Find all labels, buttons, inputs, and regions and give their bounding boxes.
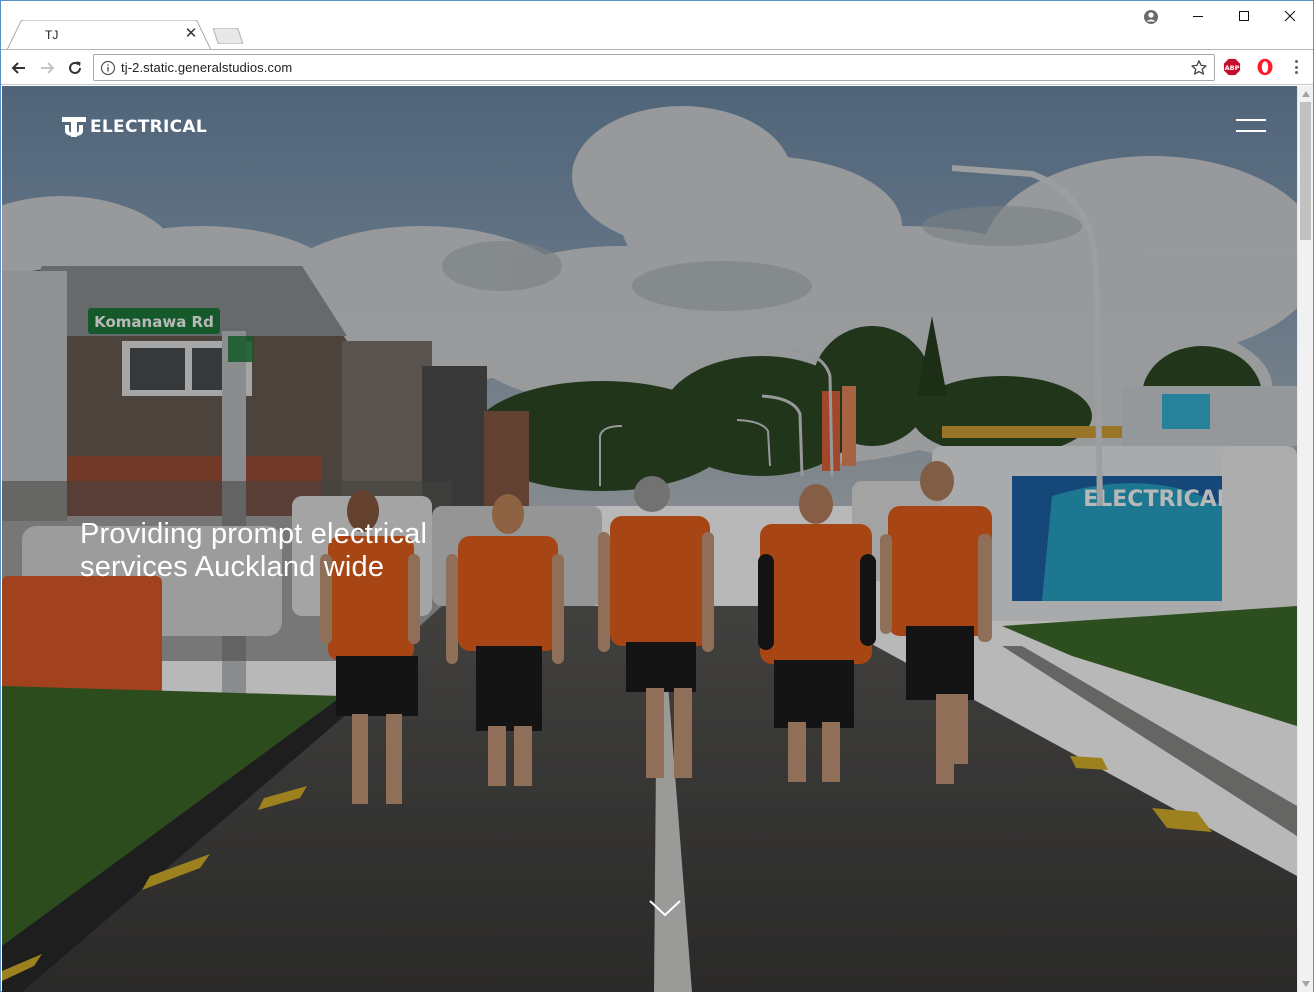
scroll-down-button[interactable]: [1298, 976, 1314, 992]
arrow-right-icon: [41, 62, 55, 74]
minimize-icon: [1193, 16, 1203, 17]
tab-close-icon[interactable]: ✕: [183, 26, 199, 42]
close-window-button[interactable]: [1267, 1, 1313, 31]
adblock-plus-icon[interactable]: ABP: [1223, 58, 1241, 76]
browser-menu-button[interactable]: [1287, 58, 1305, 76]
close-icon: [1284, 10, 1296, 22]
opera-icon[interactable]: [1256, 58, 1274, 76]
site-logo[interactable]: ELECTRICAL: [62, 116, 207, 138]
arrow-left-icon: [11, 62, 25, 74]
info-icon[interactable]: [100, 60, 116, 76]
logo-text: ELECTRICAL: [90, 117, 208, 137]
hero-section: Komanawa Rd ELECTRICAL ELECTRICAL Provid…: [2, 86, 1297, 992]
back-button[interactable]: [8, 57, 30, 79]
maximize-button[interactable]: [1221, 1, 1267, 31]
chevron-down-icon[interactable]: [648, 898, 682, 918]
title-bar: TJ ✕: [1, 1, 1313, 50]
reload-button[interactable]: [64, 57, 86, 79]
reload-icon: [69, 61, 81, 74]
svg-text:ABP: ABP: [1225, 64, 1240, 72]
hero-heading: Providing prompt electrical services Auc…: [80, 518, 428, 583]
hamburger-icon: [1236, 119, 1266, 121]
tab-title: TJ: [45, 28, 59, 42]
profile-icon[interactable]: [1141, 7, 1161, 27]
browser-window: TJ ✕ tj-2.static.generalstudios.com ABP …: [0, 0, 1314, 992]
page-scrollbar[interactable]: [1297, 86, 1313, 992]
hamburger-menu-button[interactable]: [1236, 119, 1266, 133]
window-controls: [1175, 1, 1313, 31]
page-viewport: Komanawa Rd ELECTRICAL ELECTRICAL Provid…: [2, 86, 1297, 992]
hamburger-icon-line: [1236, 130, 1266, 132]
browser-toolbar: tj-2.static.generalstudios.com ABP: [1, 49, 1313, 85]
minimize-button[interactable]: [1175, 1, 1221, 31]
star-icon[interactable]: [1190, 59, 1208, 77]
maximize-icon: [1239, 11, 1249, 21]
scrollbar-thumb[interactable]: [1300, 102, 1311, 240]
arrow-down-icon: [1302, 981, 1310, 987]
tab-active[interactable]: [7, 20, 211, 50]
arrow-up-icon: [1302, 91, 1310, 97]
logo-mark-icon: [62, 117, 86, 137]
forward-button[interactable]: [36, 57, 58, 79]
scroll-up-button[interactable]: [1298, 86, 1314, 102]
address-bar[interactable]: tj-2.static.generalstudios.com: [93, 54, 1215, 81]
url-text[interactable]: tj-2.static.generalstudios.com: [121, 60, 292, 75]
new-tab-button[interactable]: [213, 28, 243, 44]
